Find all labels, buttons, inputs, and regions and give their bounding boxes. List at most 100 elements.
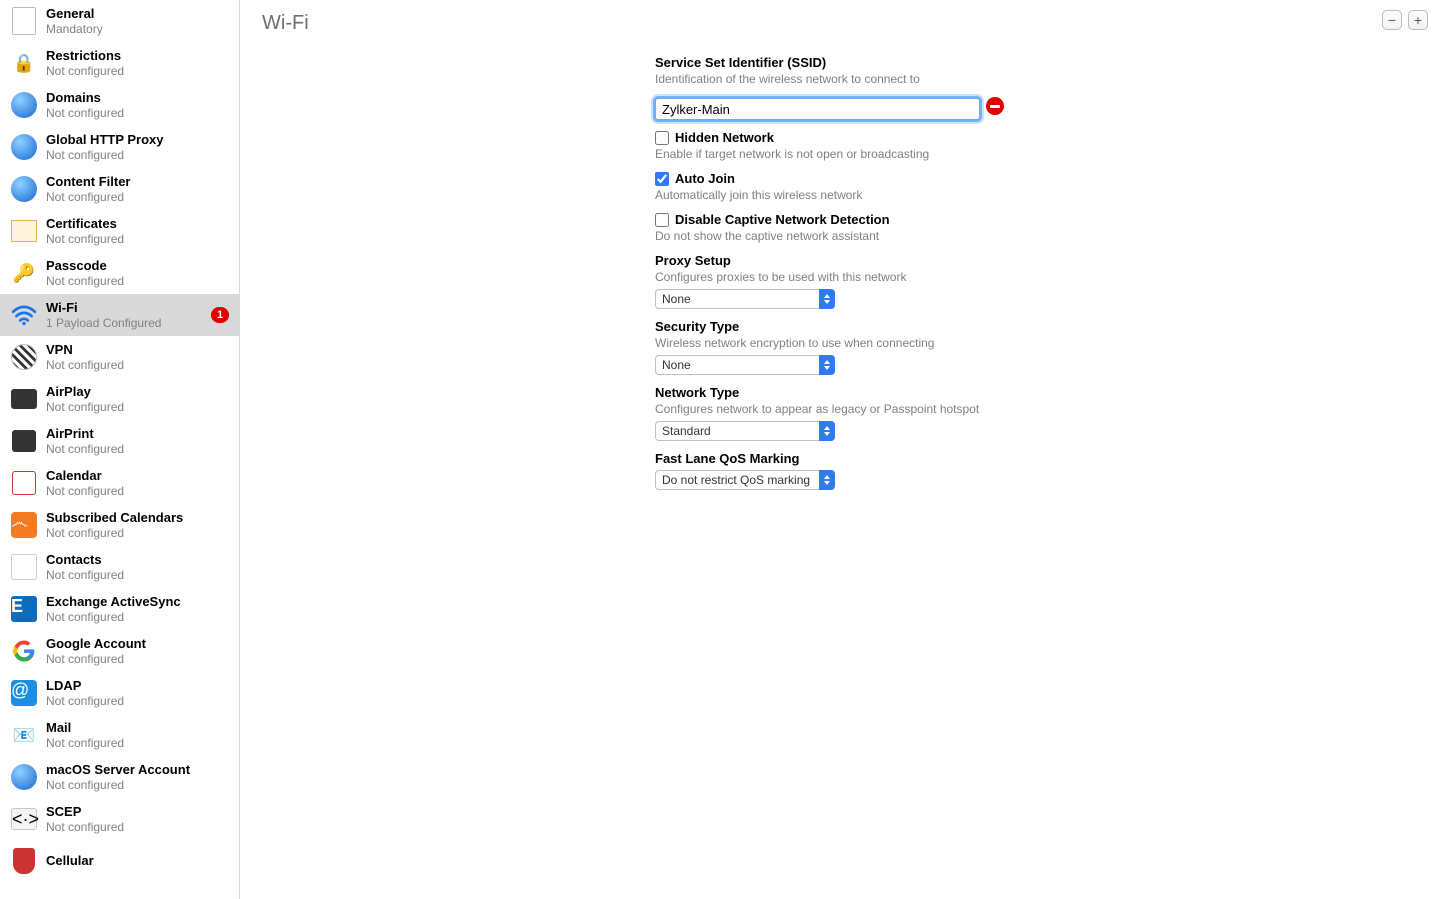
sidebar-item-label: macOS Server Account <box>46 762 229 778</box>
airplay-icon <box>10 385 38 413</box>
sidebar-item-sublabel: Not configured <box>46 64 229 78</box>
sidebar-item-exchange-activesync[interactable]: EExchange ActiveSyncNot configured <box>0 588 239 630</box>
globe-server-icon <box>10 763 38 791</box>
sidebar-item-restrictions[interactable]: 🔒 RestrictionsNot configured <box>0 42 239 84</box>
airplay-icon <box>10 385 38 413</box>
sidebar-item-content-filter[interactable]: Content FilterNot configured <box>0 168 239 210</box>
disable-captive-checkbox[interactable] <box>655 213 669 227</box>
general-icon <box>10 7 38 35</box>
sidebar-item-sublabel: Not configured <box>46 526 229 540</box>
sidebar-item-sublabel: Not configured <box>46 820 229 834</box>
auto-join-label: Auto Join <box>675 171 735 186</box>
mail-icon: 📧 <box>10 721 38 749</box>
sidebar-item-airplay[interactable]: AirPlayNot configured <box>0 378 239 420</box>
sidebar-item-sublabel: Not configured <box>46 106 229 120</box>
security-select[interactable]: None <box>655 355 835 375</box>
proxy-label: Proxy Setup <box>655 253 1035 268</box>
main-content: − + Wi-Fi Service Set Identifier (SSID) … <box>240 0 1440 899</box>
proxy-desc: Configures proxies to be used with this … <box>655 270 1035 284</box>
fastlane-label: Fast Lane QoS Marking <box>655 451 1035 466</box>
network-type-value: Standard <box>655 421 819 441</box>
chevron-updown-icon <box>819 355 835 375</box>
sidebar-item-label: Subscribed Calendars <box>46 510 229 526</box>
sidebar-item-label: AirPrint <box>46 426 229 442</box>
sidebar-item-vpn[interactable]: VPNNot configured <box>0 336 239 378</box>
network-type-label: Network Type <box>655 385 1035 400</box>
proxy-select[interactable]: None <box>655 289 835 309</box>
globe-gear-icon <box>10 133 38 161</box>
sidebar-item-label: AirPlay <box>46 384 229 400</box>
ssid-input[interactable] <box>655 98 980 120</box>
wifi-icon <box>10 301 38 329</box>
sidebar-item-label: LDAP <box>46 678 229 694</box>
sidebar-item-cellular[interactable]: Cellular <box>0 840 239 882</box>
toolbar: − + <box>1382 10 1428 30</box>
vpn-icon <box>10 343 38 371</box>
remove-payload-button[interactable]: − <box>1382 10 1402 30</box>
sidebar-item-global-http-proxy[interactable]: Global HTTP ProxyNot configured <box>0 126 239 168</box>
globe-icon <box>10 91 38 119</box>
security-label: Security Type <box>655 319 1035 334</box>
rss-icon: ෴ <box>10 511 38 539</box>
proxy-value: None <box>655 289 819 309</box>
sidebar-item-label: Google Account <box>46 636 229 652</box>
sidebar-item-google-account[interactable]: Google AccountNot configured <box>0 630 239 672</box>
sidebar-item-label: Restrictions <box>46 48 229 64</box>
sidebar-item-sublabel: 1 Payload Configured <box>46 316 203 330</box>
sidebar-item-label: VPN <box>46 342 229 358</box>
exchange-icon: E <box>10 595 38 623</box>
disable-captive-label: Disable Captive Network Detection <box>675 212 890 227</box>
fastlane-select[interactable]: Do not restrict QoS marking <box>655 470 835 490</box>
sidebar-item-macos-server-account[interactable]: macOS Server AccountNot configured <box>0 756 239 798</box>
sidebar-item-label: Contacts <box>46 552 229 568</box>
sidebar-item-sublabel: Mandatory <box>46 22 229 36</box>
lock-icon: 🔒 <box>10 49 38 77</box>
sidebar-item-scep[interactable]: <·>SCEPNot configured <box>0 798 239 840</box>
minus-icon: − <box>1388 12 1396 28</box>
certificate-icon <box>10 217 38 245</box>
sidebar-item-wi-fi[interactable]: Wi-Fi1 Payload Configured1 <box>0 294 239 336</box>
security-value: None <box>655 355 819 375</box>
sidebar-item-label: General <box>46 6 229 22</box>
page-title: Wi-Fi <box>262 12 309 35</box>
sidebar-item-sublabel: Not configured <box>46 778 229 792</box>
sidebar-item-label: Passcode <box>46 258 229 274</box>
vpn-icon <box>10 343 38 371</box>
add-payload-button[interactable]: + <box>1408 10 1428 30</box>
sidebar-item-sublabel: Not configured <box>46 568 229 582</box>
cellular-icon <box>10 847 38 875</box>
key-icon: 🔑 <box>10 259 38 287</box>
sidebar-item-calendar[interactable]: CalendarNot configured <box>0 462 239 504</box>
sidebar-item-contacts[interactable]: ContactsNot configured <box>0 546 239 588</box>
sidebar-item-sublabel: Not configured <box>46 190 229 204</box>
sidebar-item-subscribed-calendars[interactable]: ෴ Subscribed CalendarsNot configured <box>0 504 239 546</box>
scep-icon: <·> <box>10 805 38 833</box>
globe-icon <box>10 91 38 119</box>
sidebar-item-label: Domains <box>46 90 229 106</box>
sidebar-item-sublabel: Not configured <box>46 232 229 246</box>
chevron-updown-icon <box>819 421 835 441</box>
sidebar-item-mail[interactable]: 📧MailNot configured <box>0 714 239 756</box>
contacts-icon <box>10 553 38 581</box>
sidebar-item-label: Certificates <box>46 216 229 232</box>
hidden-network-checkbox[interactable] <box>655 131 669 145</box>
sidebar-item-passcode[interactable]: 🔑PasscodeNot configured <box>0 252 239 294</box>
mail-icon: 📧 <box>10 721 38 749</box>
google-icon <box>10 637 38 665</box>
google-icon <box>10 637 38 665</box>
calendar-icon <box>10 469 38 497</box>
network-type-desc: Configures network to appear as legacy o… <box>655 402 1035 416</box>
sidebar-item-domains[interactable]: DomainsNot configured <box>0 84 239 126</box>
network-type-select[interactable]: Standard <box>655 421 835 441</box>
sidebar-item-airprint[interactable]: AirPrintNot configured <box>0 420 239 462</box>
ssid-label: Service Set Identifier (SSID) <box>655 55 1035 70</box>
sidebar-item-certificates[interactable]: CertificatesNot configured <box>0 210 239 252</box>
sidebar-item-ldap[interactable]: @LDAPNot configured <box>0 672 239 714</box>
rss-icon: ෴ <box>10 511 38 539</box>
sidebar-item-sublabel: Not configured <box>46 694 229 708</box>
auto-join-checkbox[interactable] <box>655 172 669 186</box>
sidebar-item-general[interactable]: GeneralMandatory <box>0 0 239 42</box>
plus-icon: + <box>1414 12 1422 28</box>
no-entry-icon[interactable] <box>986 97 1004 115</box>
globe-gear-icon <box>10 133 38 161</box>
